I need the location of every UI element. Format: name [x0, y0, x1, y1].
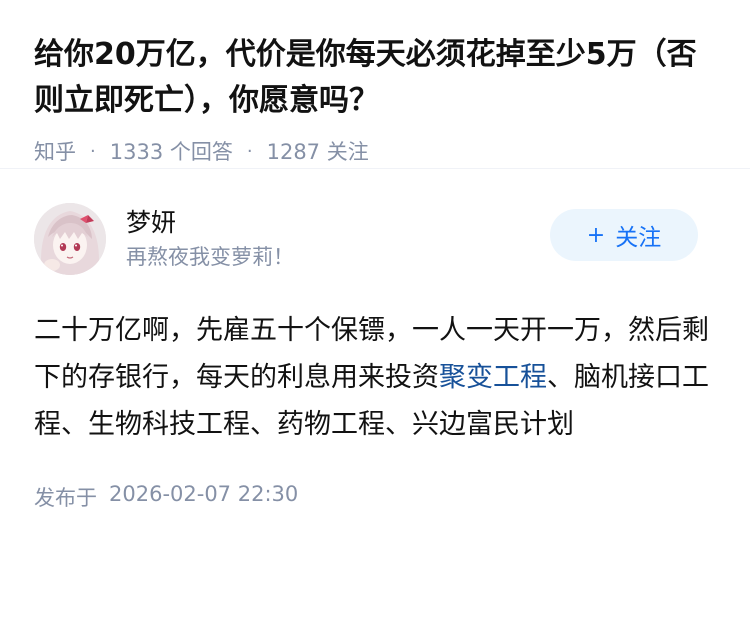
- avatar-image: [34, 203, 106, 275]
- author-row: 梦妍 再熬夜我变萝莉！ + 关注: [34, 197, 716, 281]
- avatar[interactable]: [34, 203, 106, 275]
- answers-count[interactable]: 1333 个回答: [110, 138, 233, 166]
- fusion-engineering-link[interactable]: 聚变工程: [439, 362, 547, 393]
- answer-footer: 发布于 2026-02-07 22:30: [34, 482, 716, 512]
- answer-content: 二十万亿啊，先雇五十个保镖，一人一天开一万，然后剩下的存银行，每天的利息用来投资…: [34, 307, 716, 448]
- page: 给你20万亿，代价是你每天必须花掉至少5万（否则立即死亡），你愿意吗？ 知乎 ·…: [0, 0, 750, 634]
- question-header: 给你20万亿，代价是你每天必须花掉至少5万（否则立即死亡），你愿意吗？ 知乎 ·…: [0, 0, 750, 168]
- followers-count: 1287 关注: [266, 140, 369, 164]
- meta-separator: ·: [90, 141, 96, 162]
- published-label: 发布于: [34, 486, 97, 510]
- follow-button-label: 关注: [615, 225, 662, 251]
- published-time: 2026-02-07 22:30: [109, 482, 299, 506]
- question-title[interactable]: 给你20万亿，代价是你每天必须花掉至少5万（否则立即死亡），你愿意吗？: [34, 32, 716, 124]
- follow-button[interactable]: + 关注: [550, 209, 698, 261]
- answer-card: 梦妍 再熬夜我变萝莉！ + 关注 二十万亿啊，先雇五十个保镖，一人一天开一万，然…: [0, 197, 750, 512]
- author-info: 梦妍 再熬夜我变萝莉！: [126, 206, 294, 272]
- meta-separator: ·: [246, 141, 253, 162]
- plus-icon: +: [586, 222, 606, 248]
- question-meta: 知乎 · 1333 个回答 · 1287 关注: [34, 138, 716, 166]
- section-divider: [0, 168, 750, 197]
- source-label[interactable]: 知乎: [34, 138, 76, 166]
- author-bio: 再熬夜我变萝莉！: [126, 245, 294, 269]
- author-name[interactable]: 梦妍: [126, 206, 294, 240]
